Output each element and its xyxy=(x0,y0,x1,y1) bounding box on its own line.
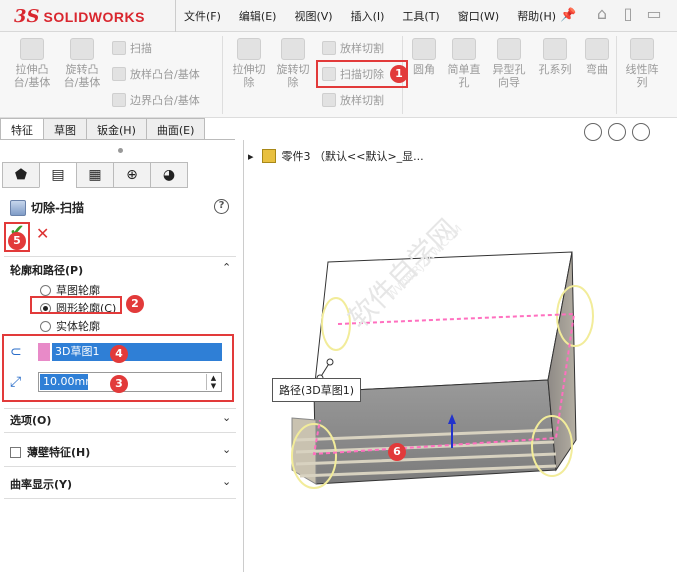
path-tooltip: 路径(3D草图1) xyxy=(272,378,362,402)
3d-model-drawing: 软件自学网 WWW.RJZXW.COM xyxy=(291,213,594,489)
step-badge-6: 6 xyxy=(388,443,406,461)
leader-dot xyxy=(326,358,334,366)
